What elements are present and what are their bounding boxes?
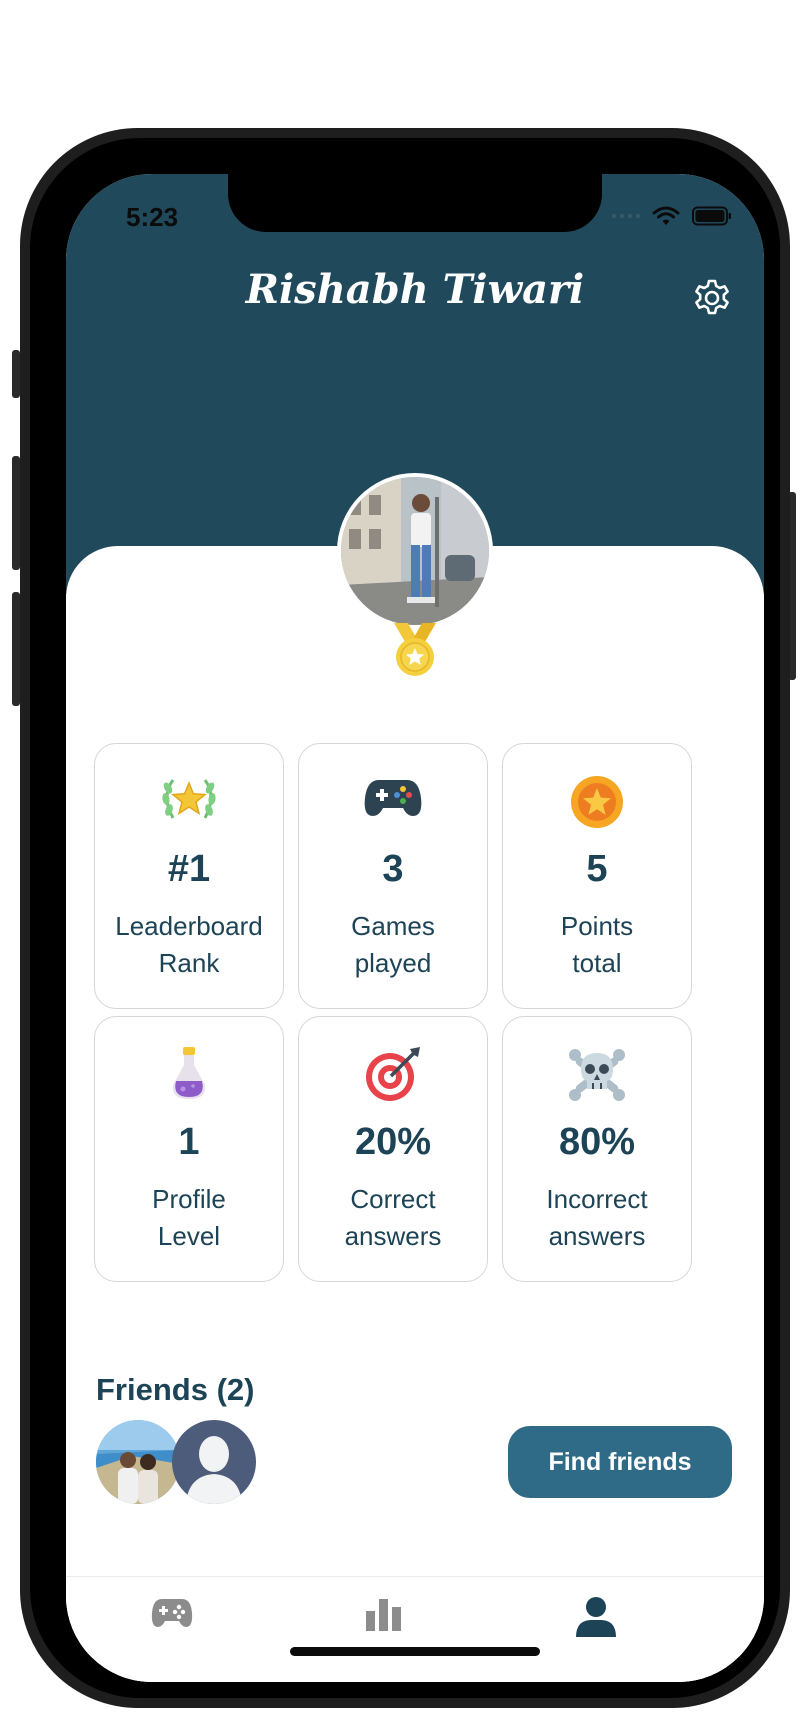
bottom-tab-bar — [66, 1576, 764, 1682]
stat-label-line: answers — [548, 1221, 646, 1251]
stat-label: Leaderboard Rank — [103, 908, 275, 982]
volume-up-button — [12, 456, 20, 570]
signal-dots-icon — [612, 214, 640, 218]
wifi-icon — [652, 206, 680, 225]
stat-card-leaderboard-rank: #1 Leaderboard Rank — [94, 743, 284, 1009]
stat-label-line: played — [354, 948, 432, 978]
stat-value: 1 — [178, 1121, 200, 1163]
stat-label-line: Level — [157, 1221, 221, 1251]
battery-icon — [692, 206, 731, 226]
gamepad-icon — [364, 780, 422, 816]
app-screen: 5:23 Rishabh Tiwari #1 Leaderboard Rank … — [66, 174, 764, 1682]
volume-down-button — [12, 592, 20, 706]
stat-label-line: Rank — [158, 948, 220, 978]
default-person-icon — [172, 1420, 256, 1504]
stat-value: 20% — [354, 1121, 432, 1163]
skull-crossbones-icon — [569, 1049, 625, 1101]
laurel-star-icon — [162, 779, 216, 819]
friends-heading: Friends (2) — [96, 1372, 255, 1407]
mute-switch — [12, 350, 20, 398]
stat-value: #1 — [167, 848, 211, 890]
friend-avatar[interactable] — [96, 1420, 180, 1504]
friend-photo — [96, 1420, 180, 1504]
stat-card-correct-answers: 20% Correct answers — [298, 1016, 488, 1282]
stat-card-points-total: 5 Points total — [502, 743, 692, 1009]
phone-bezel: 5:23 Rishabh Tiwari #1 Leaderboard Rank … — [30, 138, 780, 1698]
stat-card-games-played: 3 Games played — [298, 743, 488, 1009]
friend-avatar[interactable] — [172, 1420, 256, 1504]
potion-icon — [172, 1047, 206, 1099]
stat-label-line: Correct — [350, 1184, 436, 1214]
stat-label: Games played — [307, 908, 479, 982]
stat-label: Profile Level — [103, 1181, 275, 1255]
stat-value: 80% — [558, 1121, 636, 1163]
stat-label-line: Points — [560, 911, 634, 941]
profile-photo — [341, 477, 489, 625]
stat-label-line: answers — [344, 1221, 442, 1251]
stat-card-incorrect-answers: 80% Incorrect answers — [502, 1016, 692, 1282]
status-time: 5:23 — [126, 202, 179, 232]
medal-icon — [394, 623, 436, 676]
star-coin-icon — [571, 776, 623, 828]
tab-games-gamepad-icon[interactable] — [150, 1595, 194, 1631]
phone-frame: 5:23 Rishabh Tiwari #1 Leaderboard Rank … — [20, 128, 790, 1708]
stat-label-line: Games — [351, 911, 435, 941]
status-indicators — [612, 206, 732, 226]
tab-profile-person-icon[interactable] — [574, 1595, 618, 1639]
profile-avatar[interactable] — [337, 473, 493, 629]
settings-gear-icon[interactable] — [692, 278, 732, 318]
tab-leaderboard-bar-chart-icon[interactable] — [364, 1595, 404, 1633]
notch — [228, 174, 602, 232]
stat-label-line: Profile — [152, 1184, 226, 1214]
stat-value: 3 — [382, 848, 404, 890]
stat-label-line: Leaderboard — [115, 911, 263, 941]
stat-label-line: Incorrect — [546, 1184, 648, 1214]
stat-value: 5 — [586, 848, 608, 890]
find-friends-button[interactable]: Find friends — [508, 1426, 732, 1498]
target-icon — [366, 1047, 420, 1101]
stat-label-line: total — [572, 948, 622, 978]
home-indicator[interactable] — [290, 1647, 540, 1656]
stat-card-profile-level: 1 Profile Level — [94, 1016, 284, 1282]
profile-name: Rishabh Tiwari — [245, 266, 585, 313]
stat-label: Points total — [511, 908, 683, 982]
stat-label: Correct answers — [307, 1181, 479, 1255]
stat-label: Incorrect answers — [511, 1181, 683, 1255]
